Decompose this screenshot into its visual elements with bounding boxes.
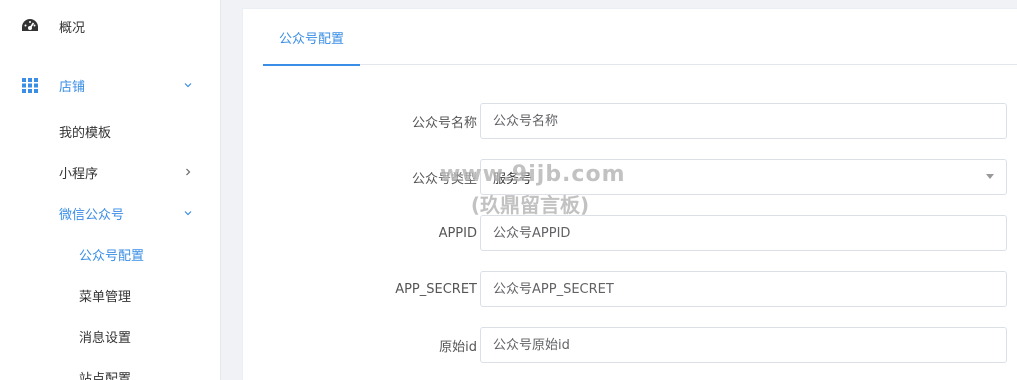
- sidebar: 概况 店铺 我的模板 小程序 微信公众号 公众号配置 菜单管理 消息设置 站点配…: [0, 0, 221, 380]
- name-input[interactable]: [480, 103, 1007, 139]
- appid-input[interactable]: [480, 215, 1007, 251]
- sidebar-item-site-config[interactable]: 站点配置: [0, 357, 221, 380]
- sidebar-item-message-settings[interactable]: 消息设置: [0, 316, 221, 356]
- sidebar-item-label: 公众号配置: [79, 248, 145, 264]
- main-card: 公众号配置 公众号名称 公众号类型 服务号 APPID APP_SECRET 原…: [242, 8, 1017, 380]
- sidebar-item-overview[interactable]: 概况: [0, 6, 221, 46]
- sidebar-item-label: 我的模板: [59, 125, 112, 141]
- sidebar-item-store[interactable]: 店铺: [0, 65, 221, 105]
- type-label: 公众号类型: [411, 171, 477, 187]
- caret-down-icon: [986, 174, 994, 179]
- chevron-down-icon: [183, 80, 193, 90]
- sidebar-item-label: 消息设置: [79, 330, 132, 346]
- form-row-name: 公众号名称: [243, 103, 1017, 139]
- tab-official-config[interactable]: 公众号配置: [263, 9, 360, 66]
- sidebar-item-wechat-official[interactable]: 微信公众号: [0, 193, 221, 233]
- sidebar-item-label: 概况: [59, 20, 86, 36]
- sidebar-item-label: 菜单管理: [79, 289, 132, 305]
- form-row-origin-id: 原始id: [243, 327, 1017, 363]
- name-label: 公众号名称: [411, 115, 477, 131]
- sidebar-item-mini-program[interactable]: 小程序: [0, 152, 221, 192]
- sidebar-item-label: 店铺: [59, 79, 86, 95]
- tab-active-indicator: [263, 64, 360, 66]
- tab-bar: 公众号配置: [263, 9, 1017, 66]
- chevron-down-icon: [183, 208, 193, 218]
- appid-label: APPID: [438, 225, 477, 241]
- origin-id-input[interactable]: [480, 327, 1007, 363]
- sidebar-item-label: 站点配置: [79, 371, 132, 380]
- sidebar-item-label: 小程序: [59, 166, 99, 182]
- sidebar-item-official-config[interactable]: 公众号配置: [0, 234, 221, 274]
- secret-input[interactable]: [480, 271, 1007, 307]
- tab-label: 公众号配置: [278, 31, 344, 47]
- form-row-appid: APPID: [243, 215, 1017, 251]
- type-select-value: 服务号: [493, 171, 533, 187]
- chevron-right-icon: [183, 167, 193, 177]
- dashboard-icon: [21, 17, 39, 35]
- grid-icon: [21, 76, 39, 94]
- form-row-secret: APP_SECRET: [243, 271, 1017, 307]
- type-select[interactable]: 服务号: [480, 159, 1007, 195]
- secret-label: APP_SECRET: [395, 281, 477, 297]
- form-row-type: 公众号类型 服务号: [243, 159, 1017, 195]
- sidebar-item-label: 微信公众号: [59, 207, 125, 223]
- sidebar-item-my-templates[interactable]: 我的模板: [0, 111, 221, 151]
- origin-id-label: 原始id: [439, 339, 477, 355]
- sidebar-item-menu-management[interactable]: 菜单管理: [0, 275, 221, 315]
